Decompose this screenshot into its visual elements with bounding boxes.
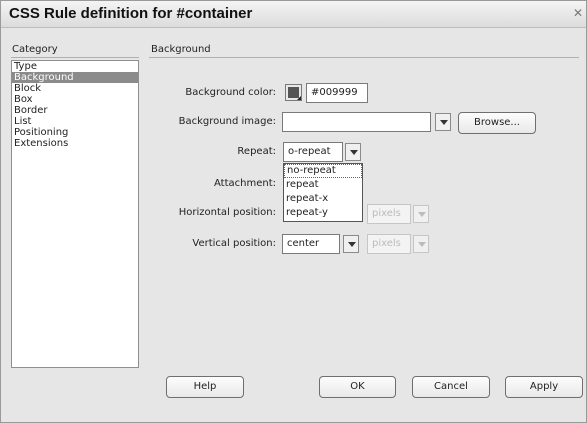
apply-button[interactable]: Apply — [505, 376, 583, 398]
vpos-unit-dropdown-button[interactable] — [413, 235, 429, 253]
category-item-positioning[interactable]: Positioning — [12, 127, 138, 138]
category-divider — [11, 57, 139, 58]
bg-image-input[interactable] — [282, 112, 431, 132]
vpos-unit-select[interactable]: pixels — [367, 234, 411, 254]
category-item-block[interactable]: Block — [12, 83, 138, 94]
category-item-box[interactable]: Box — [12, 94, 138, 105]
hpos-label: Horizontal position: — [178, 207, 276, 218]
swatch-arrow-icon — [297, 96, 301, 100]
vpos-dropdown-button[interactable] — [343, 235, 359, 253]
section-header: Background — [151, 44, 211, 55]
color-swatch[interactable] — [285, 84, 302, 101]
repeat-option-repeat[interactable]: repeat — [284, 178, 362, 192]
bg-color-input[interactable]: #009999 — [306, 83, 368, 103]
repeat-option-repeat-y[interactable]: repeat-y — [284, 206, 362, 220]
bg-color-label: Background color: — [185, 87, 276, 98]
attachment-label: Attachment: — [214, 178, 276, 189]
title-bar: CSS Rule definition for #container ✕ — [1, 1, 586, 28]
help-button[interactable]: Help — [166, 376, 244, 398]
category-header: Category — [12, 44, 58, 55]
repeat-dropdown-list: no-repeat repeat repeat-x repeat-y — [283, 163, 363, 222]
hpos-unit-select[interactable]: pixels — [367, 204, 411, 224]
category-item-border[interactable]: Border — [12, 105, 138, 116]
ok-button[interactable]: OK — [319, 376, 396, 398]
vpos-select[interactable]: center — [282, 234, 340, 254]
section-divider — [149, 57, 579, 58]
repeat-option-repeat-x[interactable]: repeat-x — [284, 192, 362, 206]
category-item-extensions[interactable]: Extensions — [12, 138, 138, 149]
repeat-option-no-repeat[interactable]: no-repeat — [284, 164, 362, 178]
category-item-background[interactable]: Background — [12, 72, 138, 83]
vpos-label: Vertical position: — [192, 238, 276, 249]
category-item-type[interactable]: Type — [12, 61, 138, 72]
category-list[interactable]: Type Background Block Box Border List Po… — [11, 60, 139, 368]
repeat-select[interactable]: o-repeat — [283, 142, 343, 162]
dialog-title: CSS Rule definition for #container — [9, 5, 253, 22]
browse-button[interactable]: Browse... — [458, 112, 536, 134]
repeat-dropdown-button[interactable] — [345, 143, 361, 161]
category-item-list[interactable]: List — [12, 116, 138, 127]
hpos-unit-dropdown-button[interactable] — [413, 205, 429, 223]
repeat-label: Repeat: — [237, 146, 276, 157]
close-icon[interactable]: ✕ — [573, 6, 583, 20]
bg-image-label: Background image: — [178, 116, 276, 127]
css-rule-dialog: CSS Rule definition for #container ✕ Cat… — [0, 0, 587, 423]
cancel-button[interactable]: Cancel — [412, 376, 490, 398]
bg-image-dropdown-button[interactable] — [435, 113, 451, 131]
